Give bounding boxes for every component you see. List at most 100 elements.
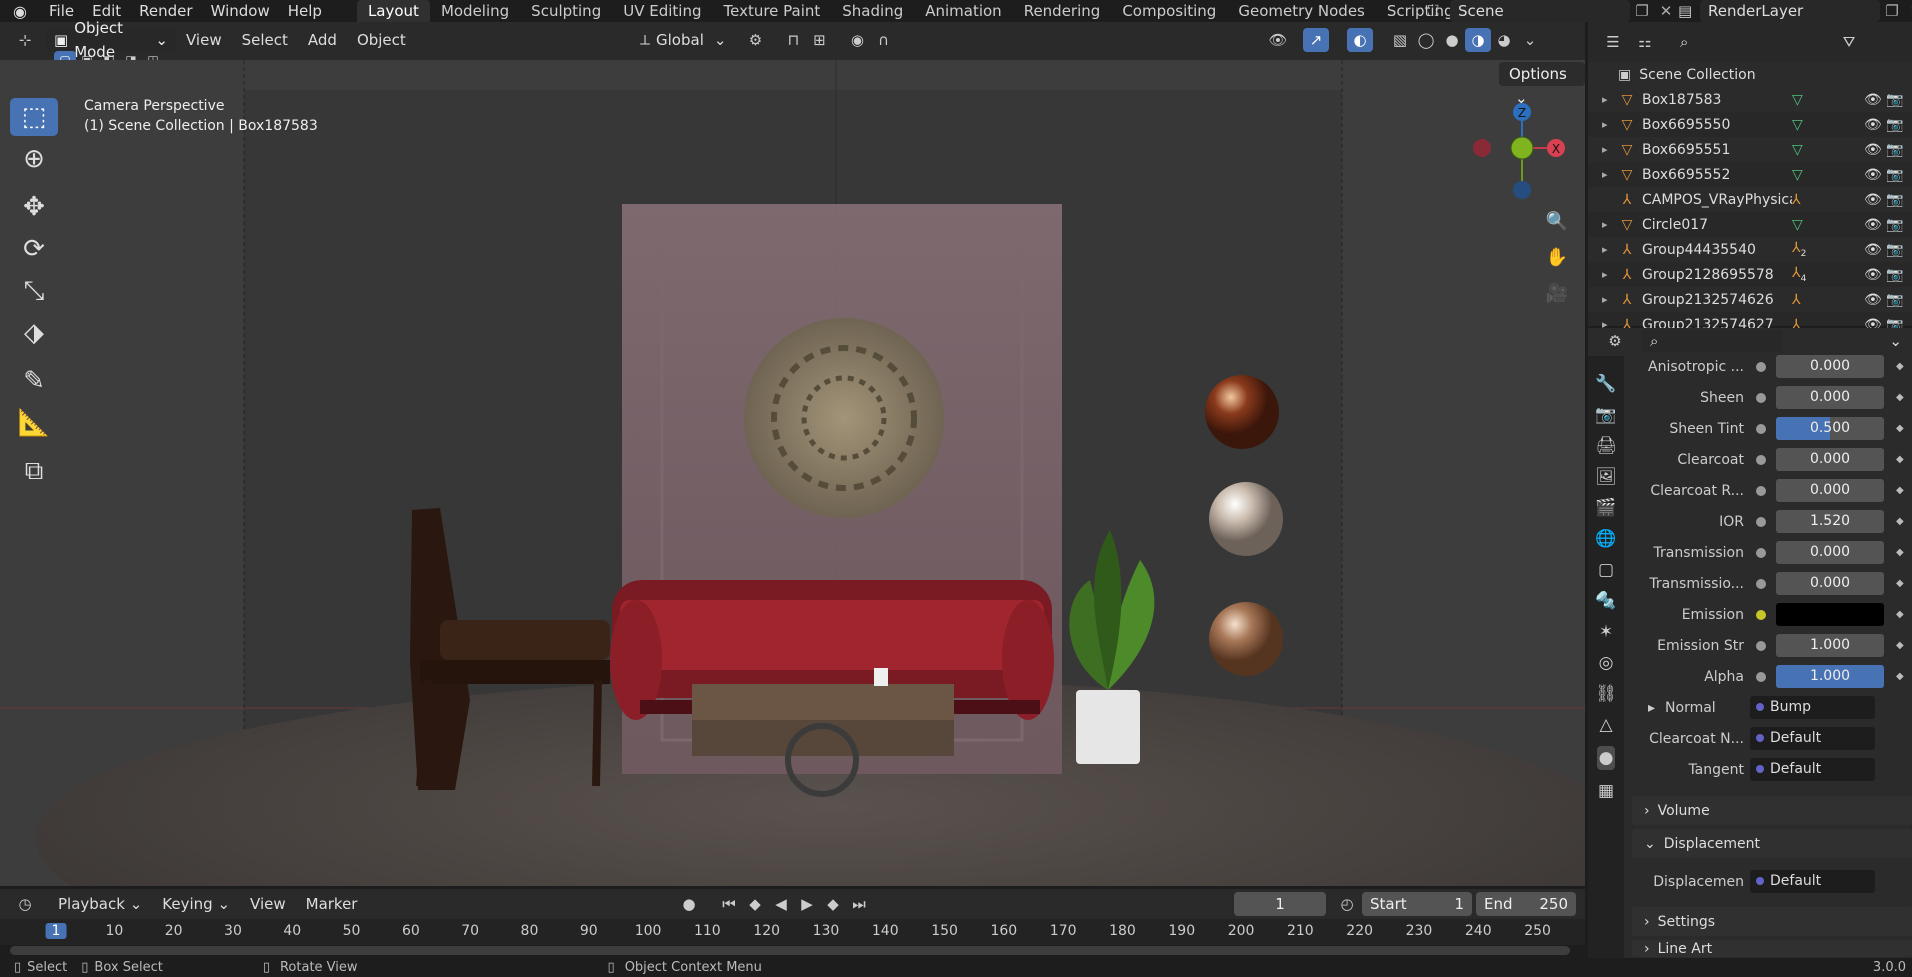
expand-arrow-icon[interactable]: ▸ [1602, 268, 1616, 281]
render-camera-icon[interactable]: 📷 [1886, 167, 1908, 183]
outliner-item-name[interactable]: Box6695551 [1642, 142, 1792, 158]
expand-arrow-icon[interactable]: ▸ [1602, 143, 1616, 156]
menu-keying[interactable]: Keying ⌄ [152, 895, 240, 913]
remove-scene-icon[interactable]: ✕ [1654, 2, 1678, 20]
outliner-row[interactable]: ▸ ▽ Box6695551 ▽ 👁 📷 [1588, 137, 1912, 162]
options-dropdown[interactable]: Options ⌄ [1499, 62, 1585, 107]
volume-panel-header[interactable]: › Volume [1632, 796, 1912, 825]
eye-icon[interactable]: 👁 [1864, 267, 1886, 283]
outliner-item-name[interactable]: Group2132574626 [1642, 292, 1792, 308]
outliner-row[interactable]: ▸ ▽ Box187583 ▽ 👁 📷 [1588, 87, 1912, 112]
clearcoat-normal-row[interactable]: Clearcoat N... Default [1628, 723, 1912, 754]
property-row[interactable]: Emission Str 1.000 ◆ [1628, 630, 1912, 661]
expand-arrow-icon[interactable]: ▸ [1648, 700, 1655, 716]
play-reverse-icon[interactable]: ◀ [768, 892, 794, 916]
properties-editor-icon[interactable]: ⚙ [1602, 329, 1628, 353]
rendered-shading-icon[interactable]: ◕ [1491, 28, 1517, 52]
outliner-item-name[interactable]: Box6695550 [1642, 117, 1792, 133]
property-value[interactable]: 0.000 [1776, 355, 1884, 378]
outliner-search-input[interactable]: ⌕ [1672, 31, 1812, 53]
particles-tab-icon[interactable]: ✶ [1599, 622, 1613, 642]
tab-animation[interactable]: Animation [914, 0, 1012, 22]
orientation-dropdown[interactable]: ⟂ Global ⌄ [640, 31, 726, 49]
overlay-icon[interactable]: ◐ [1347, 28, 1373, 52]
copy-layer-icon[interactable]: ❐ [1880, 2, 1904, 20]
settings-panel-header[interactable]: › Settings [1632, 907, 1912, 936]
emission-color-swatch[interactable] [1776, 603, 1884, 626]
displacement-panel-header[interactable]: ⌄ Displacement [1632, 829, 1912, 858]
add-cube-tool-icon[interactable]: ⧉ [10, 452, 58, 490]
navigation-gizmo[interactable]: Z X [1464, 100, 1584, 220]
keyframe-dot-icon[interactable]: ◆ [1896, 640, 1904, 651]
scene-selector[interactable]: ⛶ Scene ❐ ✕ [1428, 0, 1678, 22]
menu-help[interactable]: Help [279, 1, 331, 21]
menu-window[interactable]: Window [202, 1, 279, 21]
visibility-icon[interactable]: 👁 [1265, 28, 1291, 52]
constraints-tab-icon[interactable]: ⛓ [1595, 684, 1617, 704]
chevron-down-icon[interactable]: ⌄ [1889, 332, 1902, 350]
property-row[interactable]: Transmission 0.000 ◆ [1628, 537, 1912, 568]
keyframe-dot-icon[interactable]: ◆ [1896, 423, 1904, 434]
copy-scene-icon[interactable]: ❐ [1630, 2, 1654, 20]
eye-icon[interactable]: 👁 [1864, 242, 1886, 258]
current-frame-field[interactable]: 1 [1234, 892, 1326, 916]
outliner-item-name[interactable]: Group44435540 [1642, 242, 1792, 258]
start-frame-field[interactable]: Start 1 [1362, 892, 1472, 916]
line-art-panel-header[interactable]: › Line Art [1632, 940, 1912, 957]
property-row[interactable]: IOR 1.520 ◆ [1628, 506, 1912, 537]
scene-collection-row[interactable]: ▣ Scene Collection [1588, 62, 1912, 87]
transform-tool-icon[interactable]: ⬗ [10, 314, 58, 352]
data-tab-icon[interactable]: △ [1599, 715, 1612, 735]
keyframe-dot-icon[interactable]: ◆ [1896, 578, 1904, 589]
render-camera-icon[interactable]: 📷 [1886, 92, 1908, 108]
play-icon[interactable]: ▶ [794, 892, 820, 916]
output-tab-icon[interactable]: 🖨 [1595, 436, 1617, 456]
property-value[interactable]: 0.000 [1776, 448, 1884, 471]
eye-icon[interactable]: 👁 [1864, 217, 1886, 233]
tangent-socket[interactable]: Default [1750, 758, 1875, 781]
keyframe-dot-icon[interactable]: ◆ [1896, 485, 1904, 496]
blender-logo-icon[interactable]: ◉ [0, 2, 40, 21]
render-camera-icon[interactable]: 📷 [1886, 242, 1908, 258]
properties-search-input[interactable]: ⌕ [1642, 330, 1782, 352]
scale-tool-icon[interactable]: ⤡ [10, 272, 58, 310]
property-row[interactable]: Alpha 1.000 ◆ [1628, 661, 1912, 692]
tab-compositing[interactable]: Compositing [1111, 0, 1227, 22]
render-camera-icon[interactable]: 📷 [1886, 217, 1908, 233]
menu-view[interactable]: View [176, 31, 232, 49]
snap-increment-icon[interactable]: ⊞ [806, 28, 832, 52]
select-tool-icon[interactable]: ⬚ [10, 98, 58, 136]
falloff-icon[interactable]: ∩ [870, 28, 896, 52]
pan-hand-icon[interactable]: ✋ [1542, 242, 1572, 272]
property-row[interactable]: Clearcoat 0.000 ◆ [1628, 444, 1912, 475]
property-value[interactable]: 1.000 [1776, 634, 1884, 657]
tab-sculpting[interactable]: Sculpting [520, 0, 612, 22]
rotate-tool-icon[interactable]: ⟳ [10, 230, 58, 268]
snap-icon[interactable]: ⊓ [780, 28, 806, 52]
property-value[interactable]: 1.520 [1776, 510, 1884, 533]
remove-layer-icon[interactable]: ✕ [1904, 2, 1912, 20]
clearcoat-normal-socket[interactable]: Default [1750, 727, 1875, 750]
outliner-row[interactable]: ▸ ⅄ Group2128695578 ⅄4 👁 📷 [1588, 262, 1912, 287]
outliner-item-name[interactable]: Box187583 [1642, 92, 1792, 108]
normal-socket[interactable]: Bump [1750, 696, 1875, 719]
scene-name[interactable]: Scene [1450, 0, 1630, 22]
mode-dropdown[interactable]: ▣ Object Mode ⌄ [46, 19, 176, 61]
filter-icon[interactable]: ⛛ [1836, 30, 1862, 54]
outliner-item-name[interactable]: Group2128695578 [1642, 267, 1792, 283]
physics-tab-icon[interactable]: ◎ [1599, 653, 1614, 673]
record-icon[interactable]: ● [676, 892, 702, 916]
view-layer-tab-icon[interactable]: 🖼 [1595, 467, 1617, 487]
outliner-row[interactable]: ▸ ▽ Circle017 ▽ 👁 📷 [1588, 212, 1912, 237]
object-tab-icon[interactable]: ▢ [1598, 560, 1614, 580]
render-camera-icon[interactable]: 📷 [1886, 267, 1908, 283]
outliner-row[interactable]: ▸ ▽ Box6695550 ▽ 👁 📷 [1588, 112, 1912, 137]
property-row[interactable]: Emission ◆ [1628, 599, 1912, 630]
frame-ruler[interactable]: 1 10 20 30 40 50 60 70 80 90 100 110 120 130 140 150 160… [0, 919, 1585, 945]
eye-icon[interactable]: 👁 [1864, 92, 1886, 108]
move-tool-icon[interactable]: ✥ [10, 188, 58, 226]
property-row[interactable]: Sheen Tint 0.500 ◆ [1628, 413, 1912, 444]
xray-icon[interactable]: ▧ [1387, 28, 1413, 52]
menu-playback[interactable]: Playback ⌄ [48, 895, 152, 913]
menu-add[interactable]: Add [298, 31, 347, 49]
